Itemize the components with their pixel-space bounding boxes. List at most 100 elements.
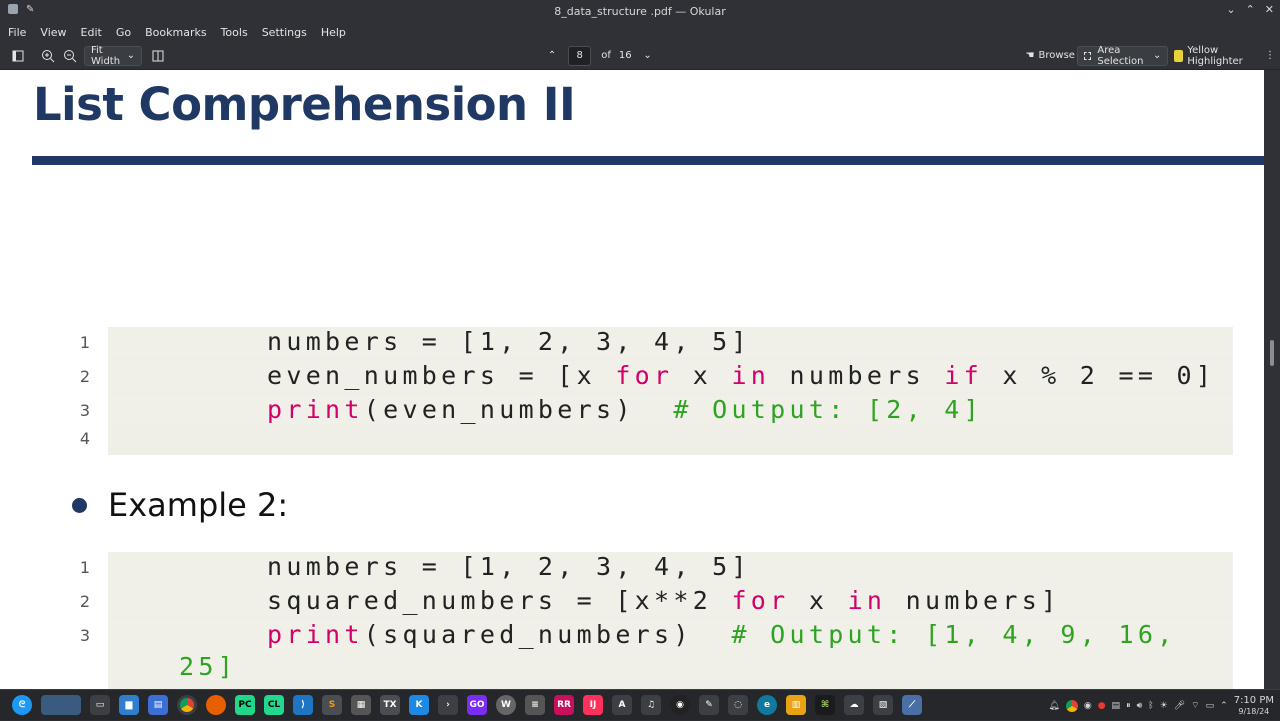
terminal-alt-icon[interactable]: ⌘ (815, 695, 835, 715)
system-tray: 🔔︎ ◉ ● ▤ ⏸︎ 🔊︎ ᛒ ☀ 🎤︎ ⌔ ▭ ⌃ 7:10 PM 9/18… (1048, 690, 1274, 721)
console-icon[interactable]: › (438, 695, 458, 715)
line-number: 3 (79, 401, 90, 420)
firefox-icon[interactable] (206, 695, 226, 715)
code-line: 1 numbers = [1, 2, 3, 4, 5] (80, 552, 1233, 582)
clock-time: 7:10 PM (1233, 694, 1274, 706)
line-number: 4 (79, 429, 90, 448)
android-studio-icon[interactable]: A (612, 695, 632, 715)
menu-view[interactable]: View (40, 26, 66, 39)
goland-icon[interactable]: GO (467, 695, 487, 715)
selection-rect-icon (1083, 51, 1092, 60)
terminal-icon[interactable]: ▭ (90, 695, 110, 715)
microphone-icon[interactable]: 🎤︎ (1174, 701, 1185, 711)
okular-app-icon (8, 4, 18, 14)
code-line: 3 print(even_numbers) # Output: [2, 4] (80, 395, 1233, 425)
more-options-icon[interactable]: ⋮ (1260, 46, 1280, 66)
menu-bookmarks[interactable]: Bookmarks (145, 26, 206, 39)
brightness-icon[interactable]: ☀ (1160, 701, 1168, 711)
highlighter-tool-button[interactable]: Yellow Highlighter (1174, 44, 1254, 67)
pin-icon[interactable]: ✎ (26, 4, 34, 15)
view-mode-icon[interactable] (148, 46, 168, 66)
code-text: numbers = [1, 2, 3, 4, 5] (267, 552, 751, 581)
tray-recorder-icon[interactable]: ◉ (1084, 701, 1092, 711)
archive-icon[interactable]: ▥ (786, 695, 806, 715)
battery-icon[interactable]: ▭ (1206, 701, 1215, 711)
media-pause-icon[interactable]: ⏸︎ (1126, 701, 1131, 711)
edge-icon[interactable]: e (757, 695, 777, 715)
zoom-out-icon[interactable] (60, 46, 80, 66)
clion-icon[interactable]: CL (264, 695, 284, 715)
texstudio-icon[interactable]: TX (380, 695, 400, 715)
diagram-app-icon[interactable]: ▦ (351, 695, 371, 715)
menu-tools[interactable]: Tools (221, 26, 248, 39)
code-text: even_numbers = [x for x in numbers if x … (267, 361, 1216, 390)
menu-edit[interactable]: Edit (81, 26, 102, 39)
vscode-icon[interactable]: ⟩ (293, 695, 313, 715)
webstorm-icon[interactable]: W (496, 695, 516, 715)
code-line: 2 squared_numbers = [x**2 for x in numbe… (80, 586, 1233, 616)
rider-icon[interactable]: RR (554, 695, 574, 715)
obs-icon[interactable]: ◉ (670, 695, 690, 715)
page-of-label: of (601, 50, 611, 61)
close-button[interactable]: ✕ (1265, 3, 1274, 16)
text-editor-icon[interactable]: ≡ (525, 695, 545, 715)
example-label: Example 2: (108, 486, 289, 524)
wifi-icon[interactable]: ⌔ (1191, 700, 1199, 711)
tray-chrome-icon[interactable] (1065, 699, 1078, 712)
zoom-select-value: Fit Width (91, 44, 121, 67)
page-total-label: 16 (618, 50, 632, 61)
intellij-icon[interactable]: IJ (583, 695, 603, 715)
area-selection-button[interactable]: Area Selection ⌄ (1076, 45, 1169, 67)
maximize-button[interactable]: ⌃ (1246, 3, 1255, 16)
tray-red-icon[interactable]: ● (1098, 701, 1106, 711)
notification-icon[interactable]: 🔔︎ (1048, 701, 1059, 711)
file-manager-icon[interactable]: ▆ (119, 695, 139, 715)
sidebar-toggle-icon[interactable] (8, 46, 28, 66)
volume-icon[interactable]: 🔊︎ (1137, 701, 1143, 711)
document-view[interactable]: List Comprehension II 1 numbers = [1, 2,… (0, 70, 1280, 689)
kate-icon[interactable]: K (409, 695, 429, 715)
menu-bar: File View Edit Go Bookmarks Tools Settin… (0, 22, 1280, 42)
zoom-select[interactable]: Fit Width ⌄ (84, 44, 143, 67)
menu-settings[interactable]: Settings (262, 26, 307, 39)
vertical-scrollbar[interactable] (1264, 70, 1280, 689)
highlighter-label: Yellow Highlighter (1187, 44, 1243, 67)
page-number-input[interactable]: 8 (568, 45, 592, 66)
spreadsheet-icon[interactable]: ▧ (873, 695, 893, 715)
zoom-in-icon[interactable] (38, 46, 58, 66)
sublime-icon[interactable]: S (322, 695, 342, 715)
bluetooth-icon[interactable]: ᛒ (1148, 701, 1153, 711)
main-toolbar: Fit Width ⌄ ⌃ 8 of 16 ⌄ ☚ Browse Area Se… (0, 42, 1280, 70)
code-text: 25] (179, 652, 238, 681)
menu-file[interactable]: File (8, 26, 26, 39)
menu-help[interactable]: Help (321, 26, 346, 39)
minimize-button[interactable]: ⌄ (1226, 3, 1235, 16)
menu-go[interactable]: Go (116, 26, 131, 39)
inkscape-icon[interactable]: ✎ (699, 695, 719, 715)
window-title: 8_data_structure .pdf — Okular (554, 4, 726, 18)
clipboard-icon[interactable]: ▤ (1112, 701, 1121, 711)
browse-tool-button[interactable]: ☚ Browse (1026, 46, 1075, 66)
pycharm-icon[interactable]: PC (235, 695, 255, 715)
chrome-icon[interactable] (177, 695, 197, 715)
taskbar: ᘓ ▭ ▆ ▤ PC CL ⟩ S ▦ TX K › GO W ≡ RR IJ … (0, 689, 1280, 720)
headphones-icon[interactable]: ♫ (641, 695, 661, 715)
code-text: numbers = [1, 2, 3, 4, 5] (267, 327, 751, 356)
code-text: print(squared_numbers) # Output: [1, 4, … (267, 620, 1177, 649)
code-text: print(even_numbers) # Output: [2, 4] (267, 395, 984, 424)
tray-expand-icon[interactable]: ⌃ (1220, 701, 1228, 711)
next-page-icon[interactable]: ⌄ (638, 46, 658, 66)
clock[interactable]: 7:10 PM 9/18/24 (1234, 695, 1274, 717)
previous-page-icon[interactable]: ⌃ (542, 46, 562, 66)
line-number: 2 (79, 592, 90, 611)
clock-date: 9/18/24 (1238, 706, 1270, 716)
code-line: 3 print(squared_numbers) # Output: [1, 4… (80, 620, 1233, 650)
screenshot-icon[interactable]: ◌ (728, 695, 748, 715)
okular-taskbar-icon[interactable]: ⟋ (902, 695, 922, 715)
hand-icon: ☚ (1025, 50, 1035, 61)
cloud-icon[interactable]: ☁ (844, 695, 864, 715)
scrollbar-thumb[interactable] (1270, 340, 1274, 366)
app-launcher-icon[interactable]: ᘓ (12, 695, 32, 715)
document-icon[interactable]: ▤ (148, 695, 168, 715)
desktop-pager-icon[interactable] (41, 695, 81, 715)
